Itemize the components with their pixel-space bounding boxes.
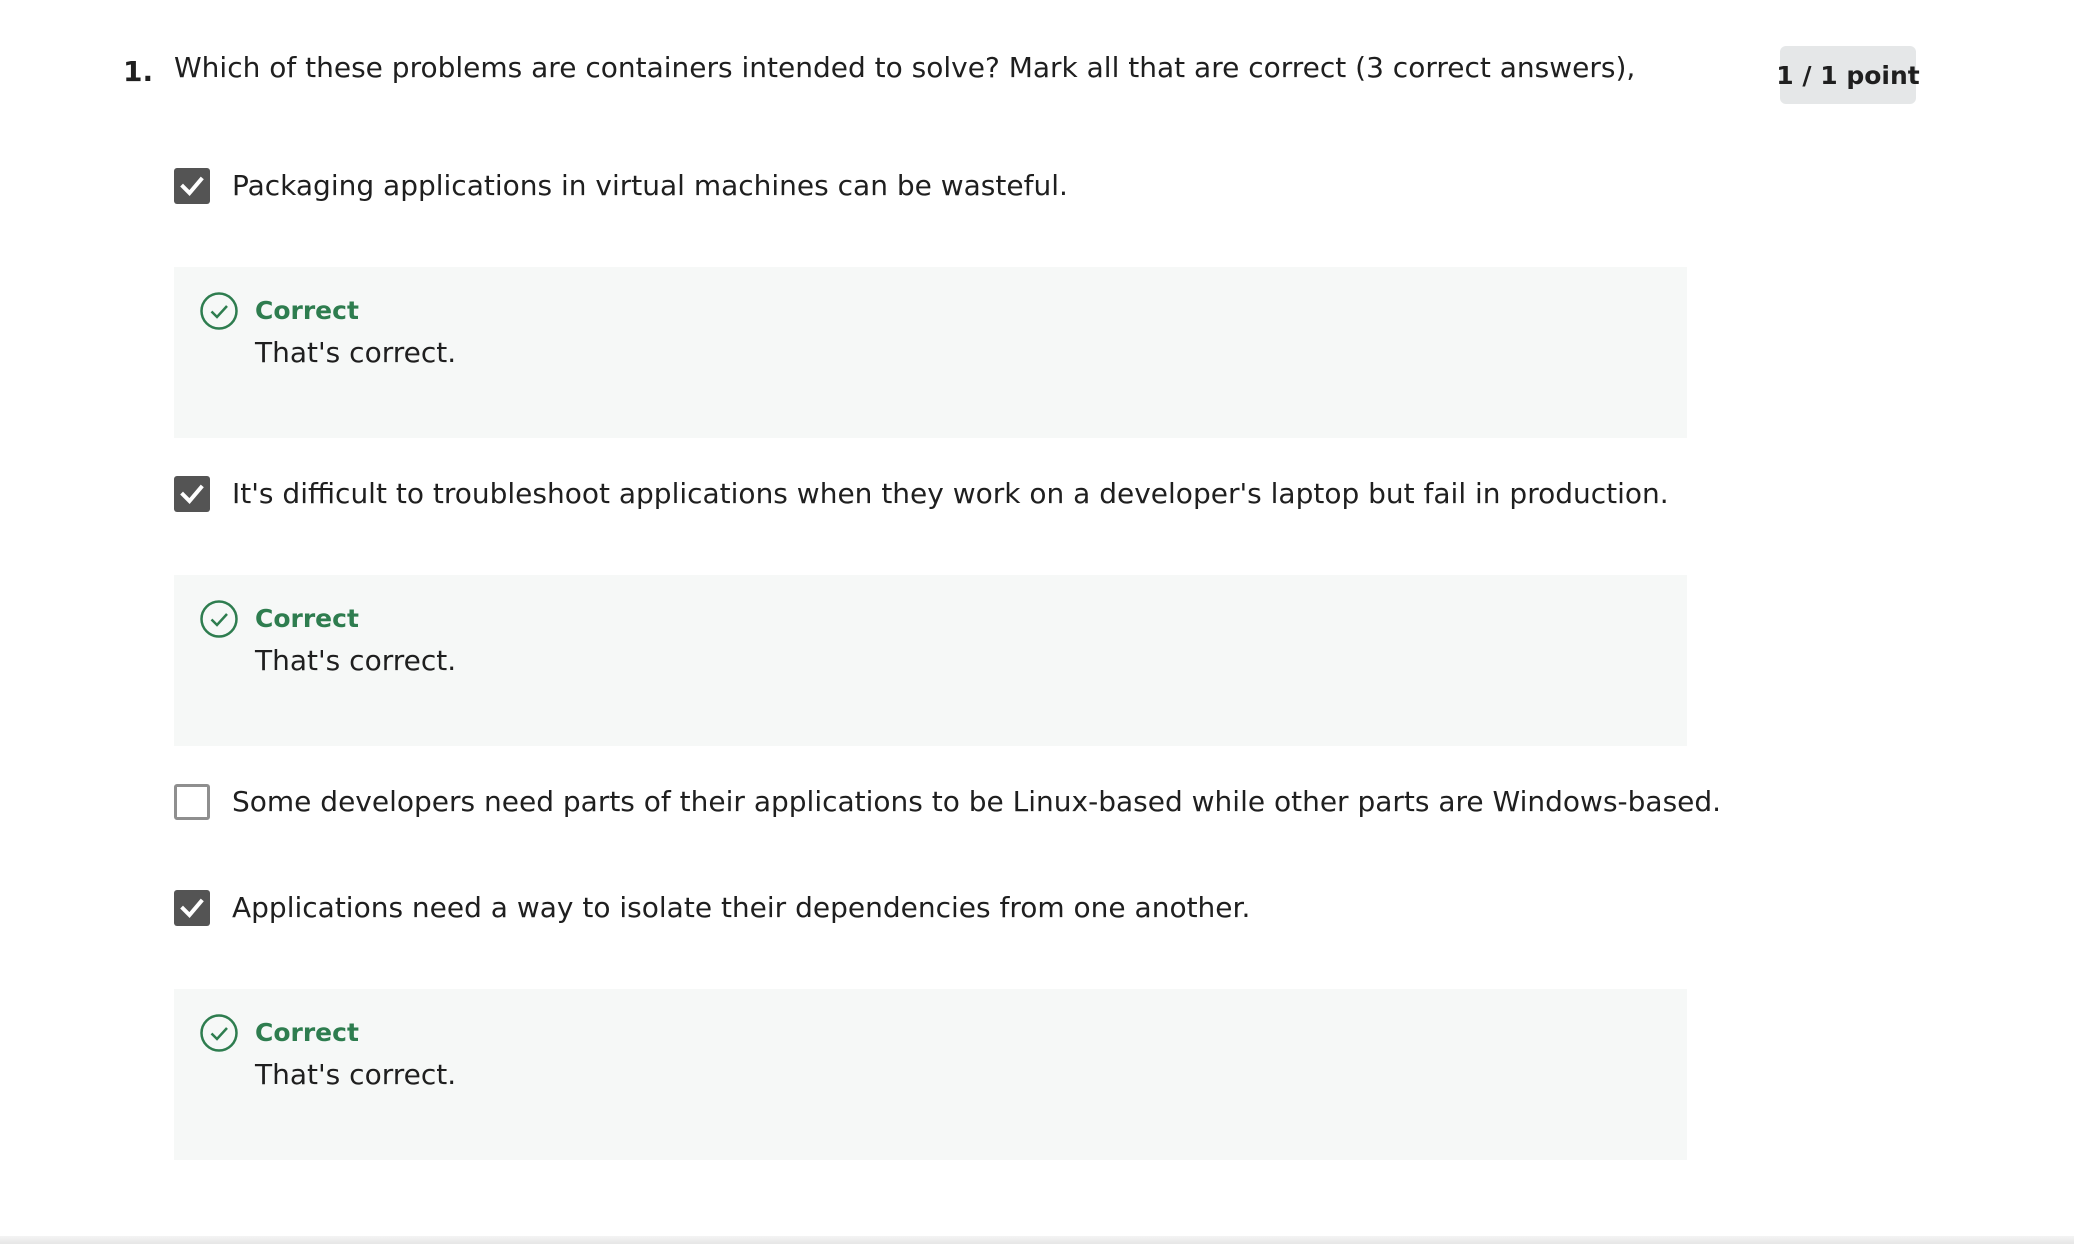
checkmark-icon: [180, 484, 204, 504]
feedback-label: Correct: [255, 296, 359, 325]
question-text: Which of these problems are containers i…: [174, 51, 1636, 84]
answer-option-text: Packaging applications in virtual machin…: [232, 169, 1068, 202]
check-circle-icon: [200, 292, 238, 330]
feedback-label: Correct: [255, 604, 359, 633]
points-badge: 1 / 1 point: [1776, 46, 1920, 104]
feedback-panel: Correct That's correct.: [174, 575, 1687, 746]
checkmark-icon: [180, 898, 204, 918]
checkbox-checked[interactable]: [174, 476, 210, 512]
feedback-label: Correct: [255, 1018, 359, 1047]
quiz-page: 1. Which of these problems are container…: [0, 0, 2074, 1244]
question-number: 1.: [123, 55, 154, 88]
feedback-panel: Correct That's correct.: [174, 989, 1687, 1160]
page-bottom-edge: [0, 1236, 2074, 1244]
checkbox-checked[interactable]: [174, 890, 210, 926]
checkmark-icon: [180, 176, 204, 196]
answer-option-2[interactable]: It's difficult to troubleshoot applicati…: [174, 474, 1669, 514]
feedback-panel: Correct That's correct.: [174, 267, 1687, 438]
answer-option-1[interactable]: Packaging applications in virtual machin…: [174, 166, 1068, 206]
answer-option-text: Some developers need parts of their appl…: [232, 785, 1722, 818]
answer-option-3[interactable]: Some developers need parts of their appl…: [174, 782, 1721, 822]
answer-option-text: It's difficult to troubleshoot applicati…: [232, 477, 1669, 510]
feedback-text: That's correct.: [255, 336, 457, 369]
feedback-text: That's correct.: [255, 644, 457, 677]
answer-option-text: Applications need a way to isolate their…: [232, 891, 1251, 924]
feedback-text: That's correct.: [255, 1058, 457, 1091]
check-circle-icon: [200, 1014, 238, 1052]
checkbox-unchecked[interactable]: [174, 784, 210, 820]
check-circle-icon: [200, 600, 238, 638]
checkbox-checked[interactable]: [174, 168, 210, 204]
answer-option-4[interactable]: Applications need a way to isolate their…: [174, 888, 1250, 928]
